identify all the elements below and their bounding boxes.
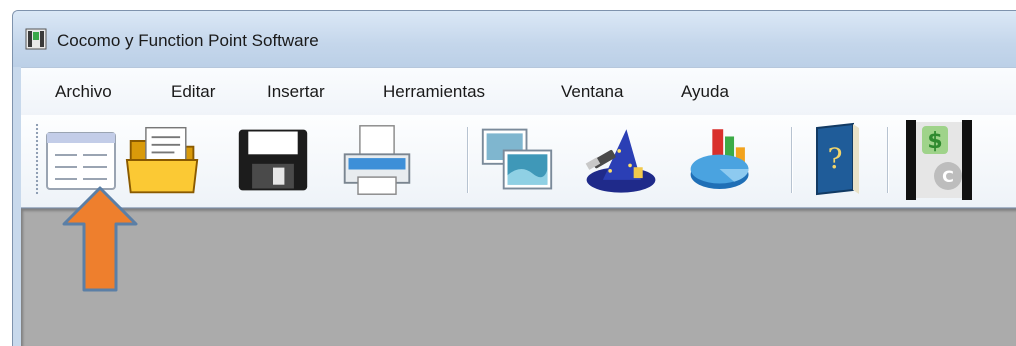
new-document-icon [46,132,116,190]
toolbar: ? $ C [21,115,1016,208]
svg-text:$: $ [927,129,942,154]
menu-editar[interactable]: Editar [171,82,215,102]
cost-icon: $ C [906,120,972,200]
menu-ayuda[interactable]: Ayuda [681,82,729,102]
cost-button[interactable]: $ C [901,119,977,201]
help-book-icon: ? [816,122,859,196]
menu-herramientas[interactable]: Herramientas [383,82,485,102]
menu-bar: Archivo Editar Insertar Herramientas Ven… [21,67,1016,116]
chart-icon [690,129,749,189]
menu-insertar[interactable]: Insertar [267,82,325,102]
wizard-button[interactable] [583,119,659,201]
app-window: Cocomo y Function Point Software Archivo… [12,10,1016,346]
save-icon [238,129,308,191]
menu-ventana[interactable]: Ventana [561,82,623,102]
print-button[interactable] [339,119,415,201]
print-icon [343,125,411,195]
windows-button[interactable] [479,119,555,201]
chart-button[interactable] [687,119,763,201]
title-bar[interactable]: Cocomo y Function Point Software [13,11,1016,67]
up-arrow-annotation [62,186,138,292]
toolbar-grip[interactable] [35,123,39,195]
save-button[interactable] [235,119,311,201]
workspace-area[interactable] [21,208,1016,346]
window-title: Cocomo y Function Point Software [57,31,319,50]
windows-icon [481,128,553,190]
menu-archivo[interactable]: Archivo [55,82,112,102]
app-icon [25,28,47,50]
toolbar-separator [887,127,889,193]
toolbar-separator [791,127,793,193]
help-button[interactable]: ? [799,119,875,201]
svg-text:?: ? [827,142,842,175]
toolbar-separator [467,127,469,193]
wizard-icon [585,129,656,193]
svg-text:C: C [942,167,954,186]
